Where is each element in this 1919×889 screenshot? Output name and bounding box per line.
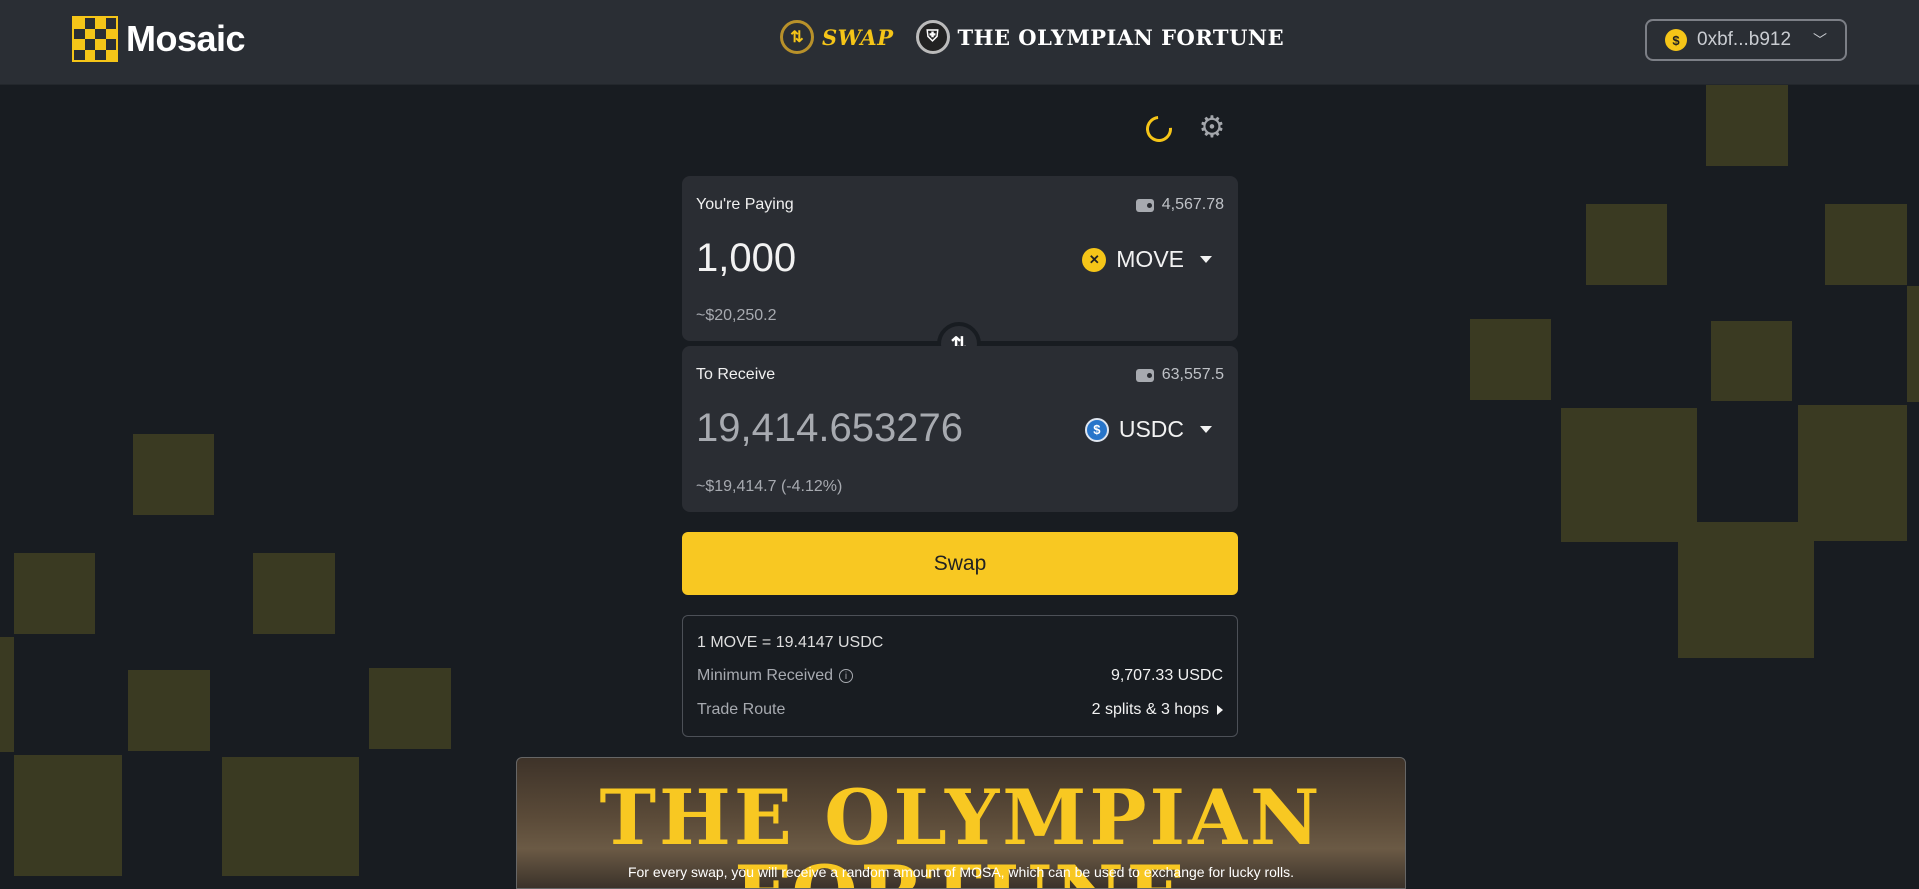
paying-panel: You're Paying 4,567.78 1,000 ✕ MOVE ~$20… <box>682 176 1238 341</box>
main-nav: ⇅ SWAP ⛨ THE OLYMPIAN FORTUNE <box>780 20 1284 54</box>
receive-token-name: USDC <box>1118 416 1184 442</box>
top-navbar: Mosaic ⇅ SWAP ⛨ THE OLYMPIAN FORTUNE $ 0… <box>0 0 1919 85</box>
gear-icon[interactable]: ⚙ <box>1197 113 1227 143</box>
nav-swap-label: SWAP <box>822 24 894 50</box>
swap-details: 1 MOVE = 19.4147 USDC Minimum Received i… <box>682 615 1238 737</box>
paying-token-name: MOVE <box>1116 246 1184 272</box>
wallet-button[interactable]: $ 0xbf...b912 ﹀ <box>1645 19 1847 61</box>
paying-usd-value: ~$20,250.2 <box>696 307 777 324</box>
swap-button[interactable]: Swap <box>682 532 1238 595</box>
trade-route-value: 2 splits & 3 hops <box>1091 701 1209 718</box>
exchange-rate: 1 MOVE = 19.4147 USDC <box>697 634 884 651</box>
paying-label: You're Paying <box>696 196 794 213</box>
wallet-icon <box>1135 198 1154 212</box>
olympian-fortune-banner[interactable]: THE OLYMPIAN FORTUNE For every swap, you… <box>516 757 1406 889</box>
receive-amount: 19,414.653276 <box>696 406 963 450</box>
brand-logo[interactable]: Mosaic <box>72 16 246 62</box>
paying-amount-input[interactable]: 1,000 <box>696 236 796 281</box>
nav-swap[interactable]: ⇅ SWAP <box>780 20 894 54</box>
receive-balance-value: 63,557.5 <box>1161 366 1224 383</box>
nav-fortune-label: THE OLYMPIAN FORTUNE <box>957 24 1285 50</box>
caret-right-icon <box>1217 705 1223 715</box>
receive-panel: To Receive 63,557.5 19,414.653276 $ USDC… <box>682 346 1238 512</box>
receive-label: To Receive <box>696 366 776 383</box>
receive-token-select[interactable]: $ USDC <box>1084 416 1212 443</box>
swap-arrows-icon: ⇅ <box>780 20 814 54</box>
minimum-received-label: Minimum Received <box>697 667 834 684</box>
paying-token-select[interactable]: ✕ MOVE <box>1082 246 1212 273</box>
banner-subtitle: For every swap, you will receive a rando… <box>627 864 1295 880</box>
mosaic-logo-icon <box>72 16 118 62</box>
nav-olympian-fortune[interactable]: ⛨ THE OLYMPIAN FORTUNE <box>915 20 1285 54</box>
caret-down-icon <box>1200 426 1212 433</box>
trade-route-label: Trade Route <box>697 701 786 718</box>
refresh-icon[interactable] <box>1140 110 1178 148</box>
wallet-address: 0xbf...b912 <box>1697 29 1792 50</box>
caret-down-icon <box>1200 256 1212 263</box>
usdc-token-icon: $ <box>1084 417 1109 442</box>
move-token-icon: ✕ <box>1082 247 1107 272</box>
info-icon[interactable]: i <box>839 669 854 683</box>
brand-name: Mosaic <box>126 18 246 59</box>
wallet-icon <box>1135 368 1154 382</box>
spartan-helmet-icon: ⛨ <box>915 20 950 54</box>
paying-balance-value: 4,567.78 <box>1161 196 1224 213</box>
chevron-down-icon: ﹀ <box>1813 32 1827 48</box>
minimum-received-row: Minimum Received i 9,707.33 USDC <box>697 667 1223 685</box>
receive-balance: 63,557.5 <box>1135 366 1224 384</box>
trade-route-row[interactable]: Trade Route 2 splits & 3 hops <box>697 701 1223 719</box>
receive-usd-value: ~$19,414.7 (-4.12%) <box>696 478 843 495</box>
wallet-coin-icon: $ <box>1665 29 1687 51</box>
minimum-received-value: 9,707.33 USDC <box>1110 667 1223 684</box>
paying-balance: 4,567.78 <box>1135 196 1224 214</box>
